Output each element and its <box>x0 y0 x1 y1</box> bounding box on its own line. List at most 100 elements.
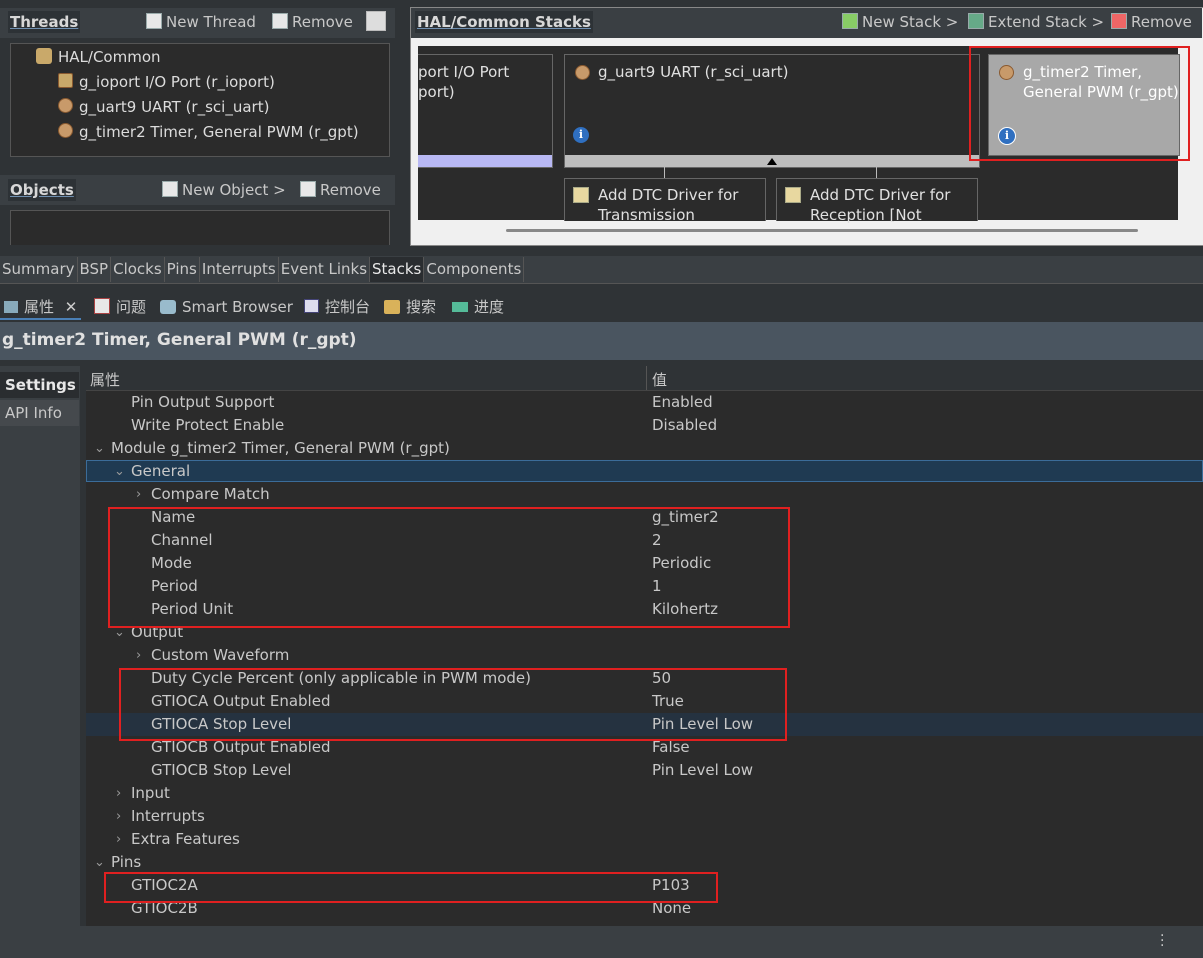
property-row[interactable]: GTIOCB Stop Level Pin Level Low <box>0 759 1203 782</box>
column-divider <box>646 366 647 390</box>
column-header-property[interactable]: 属性 <box>90 369 120 390</box>
tree-item-ioport[interactable]: g_ioport I/O Port (r_ioport) <box>58 73 275 91</box>
search-icon <box>384 300 400 314</box>
new-stack-button[interactable]: New Stack > <box>842 11 958 33</box>
tab-smart-browser[interactable]: Smart Browser <box>160 296 293 318</box>
collapse-icon[interactable] <box>366 11 386 31</box>
new-thread-button[interactable]: New Thread <box>146 11 256 33</box>
tab-search[interactable]: 搜索 <box>384 296 436 318</box>
tab-components[interactable]: Components <box>424 257 525 282</box>
properties-icon <box>4 301 18 313</box>
tree-item-timer[interactable]: g_timer2 Timer, General PWM (r_gpt) <box>58 123 359 141</box>
card-ioport-line1: port I/O Port <box>418 63 510 81</box>
close-icon[interactable]: ✕ <box>65 298 78 316</box>
timer-card-highlight <box>969 46 1190 161</box>
tab-problems[interactable]: 问题 <box>94 296 146 318</box>
chevron-right-icon[interactable]: › <box>116 782 121 805</box>
module-icon <box>575 65 590 80</box>
objects-list <box>10 210 390 245</box>
property-group-row[interactable]: ⌄ Pins <box>0 851 1203 874</box>
property-row[interactable]: Write Protect Enable Disabled <box>0 414 1203 437</box>
dtc-tx-line2: Transmission <box>598 206 695 224</box>
property-row[interactable]: Pin Output Support Enabled <box>0 391 1203 414</box>
chevron-right-icon[interactable]: › <box>136 644 141 667</box>
tab-properties[interactable]: 属性 ✕ <box>0 296 82 320</box>
card-uart-label: g_uart9 UART (r_sci_uart) <box>598 63 789 81</box>
problems-icon <box>94 298 110 314</box>
info-icon[interactable]: i <box>573 127 589 143</box>
objects-title: Objects <box>8 179 76 201</box>
stacks-title: HAL/Common Stacks <box>415 11 593 33</box>
tab-event-links[interactable]: Event Links <box>278 257 371 282</box>
chevron-down-icon[interactable]: ⌄ <box>94 437 105 460</box>
property-group-row[interactable]: ⌄ General <box>0 460 1203 483</box>
column-header-value[interactable]: 值 <box>652 369 667 390</box>
dtc-rx-card[interactable]: Add DTC Driver for Reception [Not <box>776 178 978 224</box>
highlight-output-settings <box>119 668 787 741</box>
tab-summary[interactable]: Summary <box>0 257 78 282</box>
remove-thread-button[interactable]: Remove <box>272 11 353 33</box>
dtc-tx-card[interactable]: Add DTC Driver for Transmission <box>564 178 766 224</box>
property-group-row[interactable]: › Custom Waveform <box>0 644 1203 667</box>
tab-clocks[interactable]: Clocks <box>111 257 165 282</box>
remove-stack-button[interactable]: Remove <box>1111 11 1192 33</box>
remove-object-button[interactable]: Remove <box>300 179 381 201</box>
property-group-row[interactable]: ⌄ Module g_timer2 Timer, General PWM (r_g… <box>0 437 1203 460</box>
collapse-arrow-icon <box>767 158 777 165</box>
stacks-scrollbar[interactable] <box>506 229 1138 232</box>
console-icon <box>304 299 319 313</box>
connector-line <box>876 166 877 178</box>
tab-bsp[interactable]: BSP <box>77 257 112 282</box>
properties-title: g_timer2 Timer, General PWM (r_gpt) <box>2 330 357 350</box>
new-object-icon <box>162 181 178 197</box>
hal-common-icon <box>36 48 52 64</box>
module-icon <box>58 98 73 113</box>
chevron-down-icon[interactable]: ⌄ <box>114 460 125 483</box>
status-bar <box>0 926 1203 958</box>
remove-icon <box>300 181 316 197</box>
property-group-row[interactable]: › Input <box>0 782 1203 805</box>
tab-stacks[interactable]: Stacks <box>370 257 425 282</box>
new-stack-icon <box>842 13 858 29</box>
stack-card-uart[interactable]: g_uart9 UART (r_sci_uart) i <box>564 54 980 168</box>
stack-card-ioport[interactable]: port I/O Port port) <box>418 54 553 168</box>
extend-stack-icon <box>968 13 984 29</box>
tab-progress[interactable]: 进度 <box>452 296 504 318</box>
highlight-general-settings <box>108 507 790 628</box>
remove-icon <box>272 13 288 29</box>
smart-browser-icon <box>160 300 176 314</box>
threads-title: Threads <box>8 11 81 33</box>
dtc-tx-line1: Add DTC Driver for <box>598 186 739 204</box>
progress-icon <box>452 302 468 312</box>
new-thread-icon <box>146 13 162 29</box>
tab-pins[interactable]: Pins <box>164 257 200 282</box>
config-tabs: Summary BSP Clocks Pins Interrupts Event… <box>0 257 525 282</box>
tab-interrupts[interactable]: Interrupts <box>199 257 279 282</box>
connector-line <box>664 166 665 178</box>
tree-item-uart[interactable]: g_uart9 UART (r_sci_uart) <box>58 98 269 116</box>
chevron-right-icon[interactable]: › <box>136 483 141 506</box>
chevron-down-icon[interactable]: ⌄ <box>94 851 105 874</box>
property-group-row[interactable]: › Interrupts <box>0 805 1203 828</box>
add-icon <box>785 187 801 203</box>
expand-bar[interactable] <box>565 155 979 167</box>
tree-item-hal-common[interactable]: HAL/Common <box>36 48 161 66</box>
dtc-rx-line1: Add DTC Driver for <box>810 186 951 204</box>
dtc-rx-line2: Reception [Not <box>810 206 922 224</box>
property-group-row[interactable]: › Compare Match <box>0 483 1203 506</box>
chevron-right-icon[interactable]: › <box>116 828 121 851</box>
module-icon <box>58 73 73 88</box>
add-icon <box>573 187 589 203</box>
more-options-icon[interactable]: · · · <box>1160 929 1166 953</box>
card-ioport-line2: port) <box>418 83 455 101</box>
extend-stack-button[interactable]: Extend Stack > <box>968 11 1104 33</box>
highlight-pin-setting <box>104 872 718 903</box>
chevron-right-icon[interactable]: › <box>116 805 121 828</box>
property-table-header <box>86 366 1203 391</box>
remove-icon <box>1111 13 1127 29</box>
new-object-button[interactable]: New Object > <box>162 179 286 201</box>
module-icon <box>58 123 73 138</box>
card-selection-bar <box>418 155 552 167</box>
property-group-row[interactable]: › Extra Features <box>0 828 1203 851</box>
tab-console[interactable]: 控制台 <box>304 296 370 318</box>
